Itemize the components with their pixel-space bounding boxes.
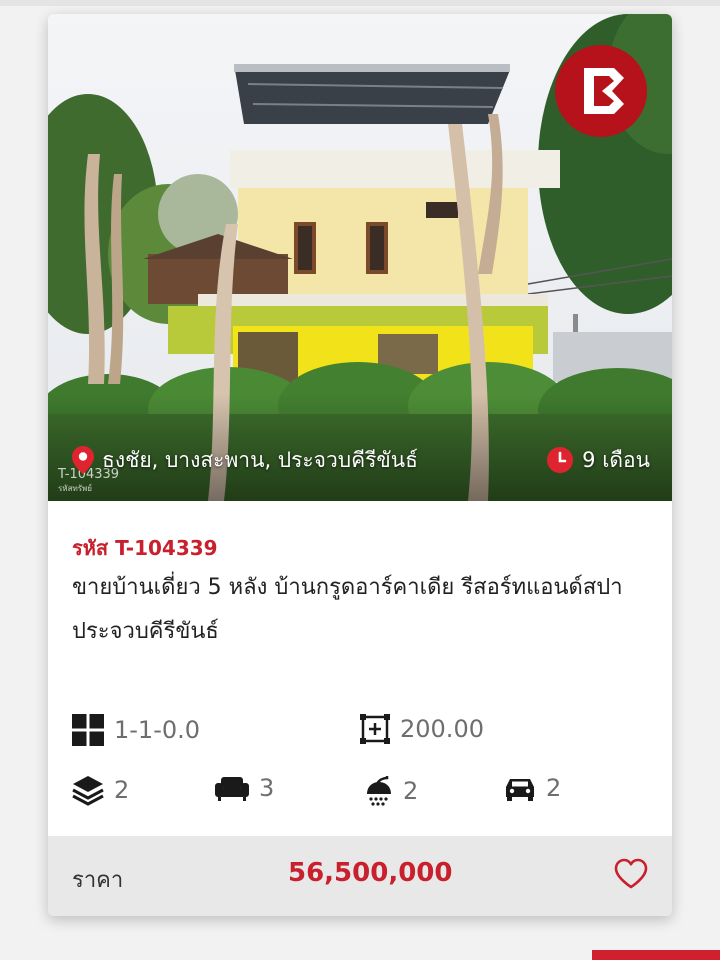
price-bar: ราคา 56,500,000 — [48, 836, 672, 916]
layers-icon — [72, 776, 104, 806]
listing-title[interactable]: ขายบ้านเดี่ยว 5 หลัง บ้านกรูดอาร์คาเดีย … — [72, 566, 652, 654]
bottom-accent-bar — [592, 950, 720, 960]
top-divider — [0, 0, 720, 6]
map-pin-icon — [72, 446, 94, 474]
brand-logo-icon — [555, 45, 647, 137]
living-rooms-value: 3 — [259, 774, 275, 802]
heart-icon[interactable] — [614, 858, 648, 890]
spec-floors: 2 — [72, 774, 129, 806]
listing-age: 9 เดือน — [546, 442, 650, 478]
parking-value: 2 — [546, 774, 562, 802]
spec-parking: 2 — [504, 774, 561, 802]
shower-icon — [367, 774, 391, 806]
listing-card[interactable]: T-104339 รหัสทรัพย์ ธงชัย, บางสะพาน, ประ… — [48, 14, 672, 916]
age-text: 9 เดือน — [582, 447, 650, 472]
spec-living-rooms: 3 — [215, 774, 274, 802]
car-icon — [506, 779, 534, 801]
spec-bathrooms: 2 — [365, 774, 418, 808]
price-value: 56,500,000 — [288, 858, 453, 888]
price-label: ราคา — [72, 868, 124, 893]
spec-usable-area: 200.00 — [360, 714, 484, 744]
clock-icon — [547, 447, 574, 473]
floors-value: 2 — [114, 776, 130, 804]
listing-code: รหัส T-104339 — [72, 536, 218, 560]
usable-area-value: 200.00 — [400, 715, 484, 743]
location-row: ธงชัย, บางสะพาน, ประจวบคีรีขันธ์ — [72, 442, 418, 478]
sofa-icon — [215, 777, 249, 801]
watermark-caption: รหัสทรัพย์ — [58, 484, 92, 493]
bathrooms-value: 2 — [403, 777, 419, 805]
location-text: ธงชัย, บางสะพาน, ประจวบคีรีขันธ์ — [102, 447, 418, 472]
spec-land-area: 1-1-0.0 — [72, 714, 200, 746]
grid-icon — [72, 714, 104, 746]
area-expand-icon — [360, 714, 390, 744]
property-photo[interactable]: T-104339 รหัสทรัพย์ ธงชัย, บางสะพาน, ประ… — [48, 14, 672, 501]
land-area-value: 1-1-0.0 — [114, 716, 201, 744]
